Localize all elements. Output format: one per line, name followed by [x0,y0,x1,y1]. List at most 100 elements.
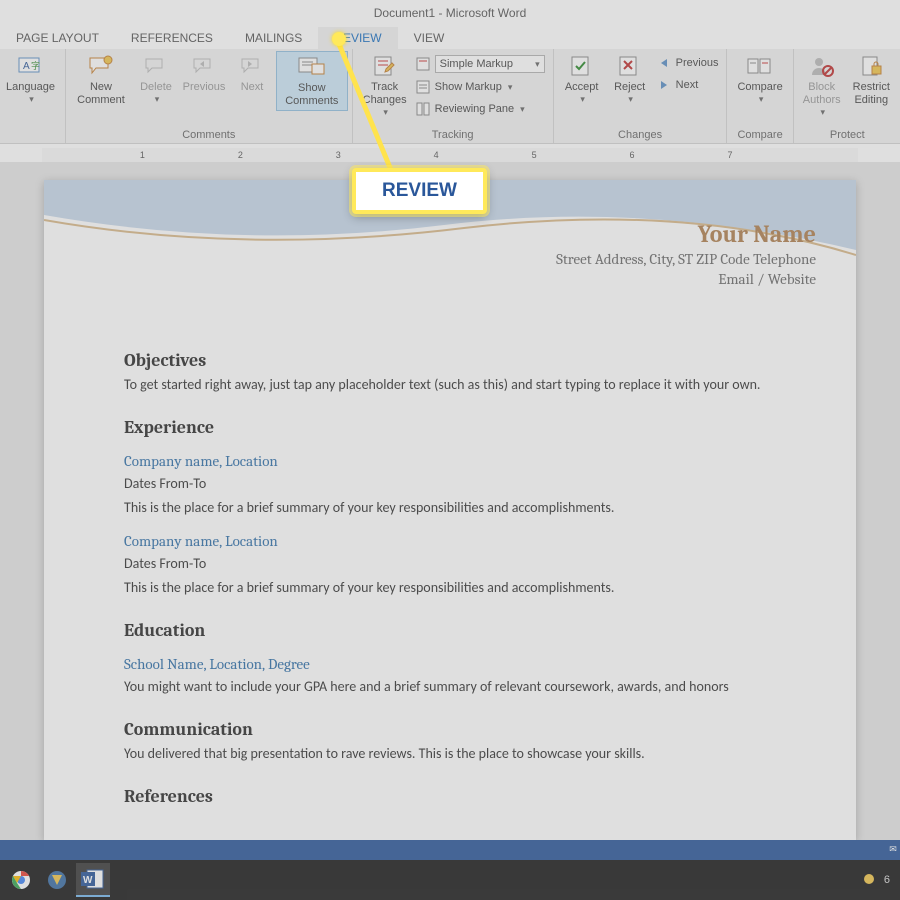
resume-address[interactable]: Street Address, City, ST ZIP Code Teleph… [556,250,816,268]
markup-display-select[interactable]: Simple Markup ▾ [415,55,545,73]
tray-clock-partial[interactable]: 6 [884,874,890,886]
group-language: A字 Language ▾ [0,49,66,143]
next-change-button[interactable]: Next [656,77,719,93]
track-changes-label: Track Changes [363,81,407,107]
reviewing-pane-label: Reviewing Pane [435,103,515,115]
svg-text:A: A [23,61,30,72]
heading-experience[interactable]: Experience [124,417,776,438]
show-comments-icon [298,54,326,80]
text-objectives[interactable]: To get started right away, just tap any … [124,375,776,395]
block-authors-button[interactable]: Block Authors ▾ [798,51,846,120]
exp1-dates[interactable]: Dates From-To [124,474,776,494]
ruler-tick: 1 [140,150,145,160]
accept-button[interactable]: Accept ▾ [558,51,606,107]
compare-label: Compare [737,81,782,94]
delete-comment-button[interactable]: Delete ▾ [132,51,180,107]
document-area[interactable]: Your Name Street Address, City, ST ZIP C… [0,162,900,840]
new-comment-button[interactable]: New Comment [70,51,132,109]
taskbar-app[interactable] [40,863,74,897]
restrict-editing-button[interactable]: Restrict Editing [846,51,897,109]
group-label-protect: Protect [798,129,897,143]
reviewing-pane-button[interactable]: Reviewing Pane ▾ [415,101,545,117]
reject-button[interactable]: Reject ▾ [606,51,654,107]
block-authors-label: Block Authors [803,81,841,107]
restrict-editing-label: Restrict Editing [852,81,891,107]
reject-icon [616,53,644,79]
accept-icon [568,53,596,79]
group-changes: Accept ▾ Reject ▾ Previous [554,49,728,143]
language-label: Language [6,81,55,94]
track-changes-icon [371,53,399,79]
chevron-down-icon: ▾ [29,94,34,105]
group-compare: Compare ▾ Compare [727,49,793,143]
group-label-changes: Changes [558,129,723,143]
language-button[interactable]: A字 Language ▾ [0,51,61,107]
tab-page-layout[interactable]: PAGE LAYOUT [0,27,115,49]
ruler-tick: 2 [238,150,243,160]
ruler-tick: 5 [532,150,537,160]
language-icon: A字 [16,53,44,79]
new-comment-label: New Comment [76,81,126,107]
group-label-tracking: Tracking [357,129,549,143]
exp2-company[interactable]: Company name, Location [124,532,776,550]
communication-body[interactable]: You delivered that big presentation to r… [124,744,776,764]
tab-references[interactable]: REFERENCES [115,27,229,49]
callout-origin-dot [332,32,346,46]
compare-button[interactable]: Compare ▾ [731,51,788,107]
exp2-body[interactable]: This is the place for a brief summary of… [124,578,776,598]
document-body[interactable]: Objectives To get started right away, ju… [44,320,856,807]
heading-education[interactable]: Education [124,620,776,641]
heading-communication[interactable]: Communication [124,719,776,740]
previous-change-icon [656,55,672,71]
group-comments: New Comment Delete ▾ Previous Next [66,49,353,143]
svg-text:字: 字 [31,60,40,71]
chevron-down-icon: ▾ [759,94,764,105]
heading-references[interactable]: References [124,786,776,807]
exp2-dates[interactable]: Dates From-To [124,554,776,574]
previous-change-label: Previous [676,57,719,69]
ruler-tick: 6 [630,150,635,160]
chevron-down-icon: ▾ [155,94,160,105]
exp1-body[interactable]: This is the place for a brief summary of… [124,498,776,518]
previous-comment-button[interactable]: Previous [180,51,228,96]
markup-display-icon [415,56,431,72]
heading-objectives[interactable]: Objectives [124,350,776,371]
callout-review: REVIEW [352,168,487,214]
taskbar-word[interactable]: W [76,863,110,897]
resume-email[interactable]: Email / Website [556,270,816,288]
show-markup-icon [415,79,431,95]
chevron-down-icon: ▾ [520,104,525,115]
tab-view[interactable]: VIEW [398,27,461,49]
ruler-tick: 4 [434,150,439,160]
show-markup-button[interactable]: Show Markup ▾ [415,79,545,95]
taskbar[interactable]: W 6 [0,860,900,900]
edu-body[interactable]: You might want to include your GPA here … [124,677,776,697]
previous-comment-icon [190,53,218,79]
tray-weather-icon[interactable] [862,872,876,889]
next-comment-button[interactable]: Next [228,51,276,96]
group-protect: Block Authors ▾ Restrict Editing Protect [794,49,900,143]
notification-icon[interactable]: ✉ [886,842,900,856]
markup-display-value: Simple Markup [440,58,513,70]
taskbar-chrome[interactable] [4,863,38,897]
track-changes-button[interactable]: Track Changes ▾ [357,51,413,120]
tab-review[interactable]: REVIEW [318,27,397,49]
block-authors-icon [808,53,836,79]
delete-comment-label: Delete [140,81,172,94]
edu-school[interactable]: School Name, Location, Degree [124,655,776,673]
next-change-icon [656,77,672,93]
accept-label: Accept [565,81,599,94]
resume-name[interactable]: Your Name [556,220,816,248]
tab-mailings[interactable]: MAILINGS [229,27,318,49]
previous-change-button[interactable]: Previous [656,55,719,71]
next-comment-label: Next [241,81,264,94]
restrict-editing-icon [857,53,885,79]
ribbon: A字 Language ▾ New Comment Delete ▾ [0,49,900,144]
show-comments-button[interactable]: Show Comments [276,51,348,111]
status-bar[interactable]: ✉ [0,840,900,860]
reviewing-pane-icon [415,101,431,117]
exp1-company[interactable]: Company name, Location [124,452,776,470]
document-page[interactable]: Your Name Street Address, City, ST ZIP C… [44,180,856,840]
delete-comment-icon [142,53,170,79]
title-bar: Document1 - Microsoft Word [0,0,900,25]
